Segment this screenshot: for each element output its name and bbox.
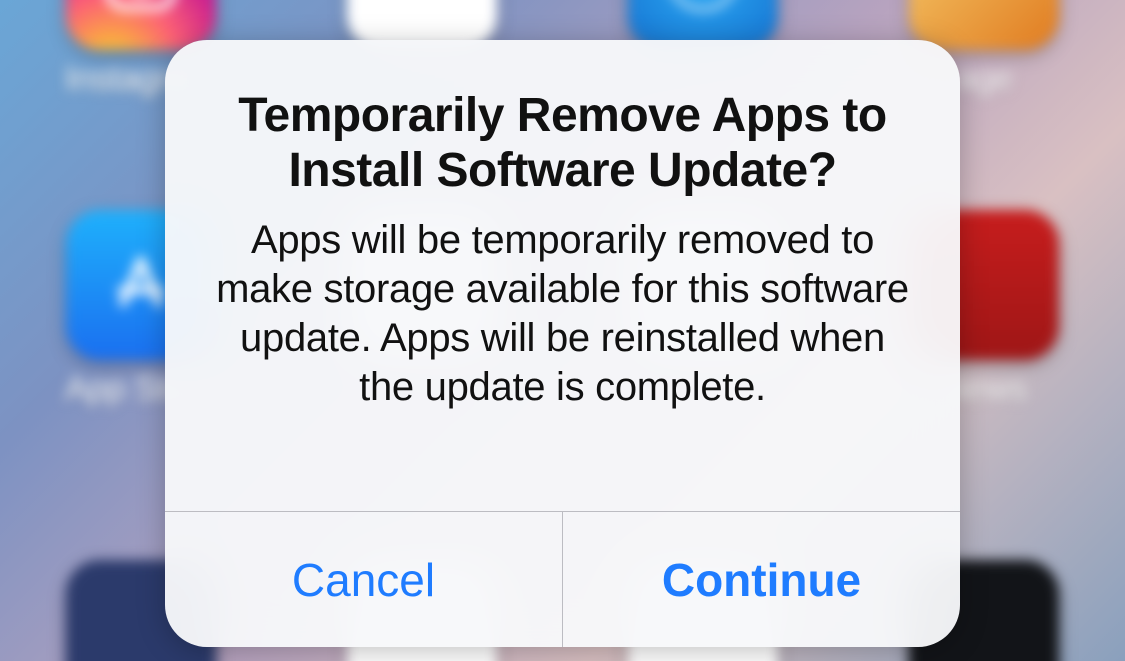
app-label: age xyxy=(956,60,1013,99)
system-alert-dialog: Temporarily Remove Apps to Install Softw… xyxy=(165,40,960,647)
alert-actions: Cancel Continue xyxy=(165,511,960,647)
alert-message: Apps will be temporarily removed to make… xyxy=(213,216,912,411)
continue-button[interactable]: Continue xyxy=(562,512,960,647)
alert-body: Temporarily Remove Apps to Install Softw… xyxy=(165,40,960,511)
alert-title: Temporarily Remove Apps to Install Softw… xyxy=(213,88,912,198)
cancel-button[interactable]: Cancel xyxy=(165,512,562,647)
